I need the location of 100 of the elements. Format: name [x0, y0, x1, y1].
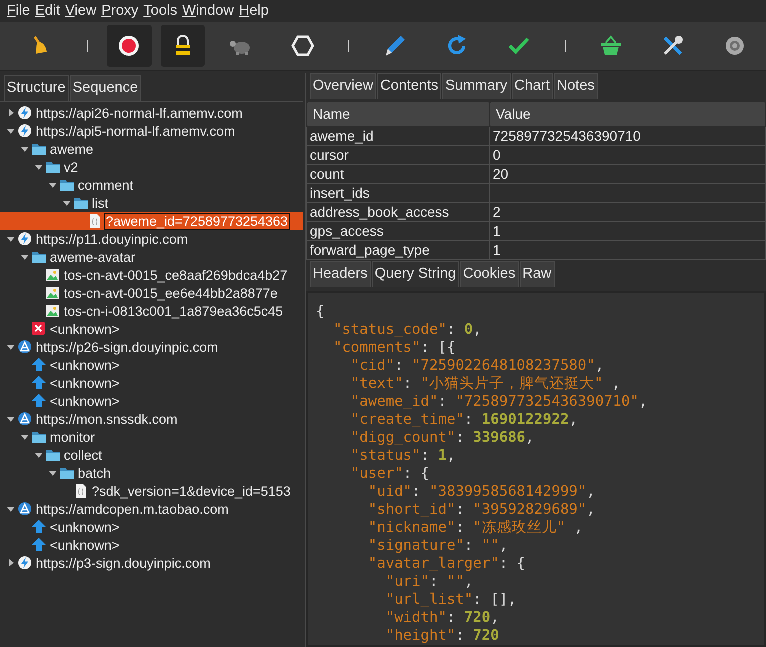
- tree-item-label: https://mon.snssdk.com: [35, 410, 179, 428]
- disclosure-arrow-icon[interactable]: [35, 163, 43, 171]
- tree-item-label: aweme: [49, 140, 95, 158]
- tab[interactable]: Cookies: [460, 261, 519, 287]
- table-cell: 7258977325436390710: [493, 128, 641, 144]
- tree-row[interactable]: <unknown>: [0, 374, 303, 392]
- network-icon: [18, 340, 32, 354]
- tab[interactable]: Notes: [554, 73, 598, 99]
- tree-row[interactable]: list: [0, 194, 303, 212]
- code-line: "user": {: [350, 465, 430, 483]
- tree-row[interactable]: aweme: [0, 140, 303, 158]
- tab[interactable]: Headers: [310, 261, 371, 287]
- basket-icon: [599, 34, 624, 58]
- column-header[interactable]: Name: [306, 102, 490, 126]
- tree-row[interactable]: batch: [0, 464, 303, 482]
- menu-item[interactable]: Help: [237, 3, 271, 19]
- tree-row[interactable]: aweme-avatar: [0, 248, 303, 266]
- record-button[interactable]: [107, 25, 152, 67]
- image-icon: [46, 286, 60, 300]
- tree-row[interactable]: tos-cn-i-0813c001_1a879ea36c5c45: [0, 302, 303, 320]
- tab[interactable]: Contents: [377, 73, 442, 99]
- code-line: "create_time": 1690122922,: [350, 411, 578, 429]
- tab[interactable]: Query String: [372, 261, 460, 287]
- tree-row[interactable]: https://p26-sign.douyinpic.com: [0, 338, 303, 356]
- tree-item-label: ?aweme_id=72589773254363: [104, 212, 290, 230]
- tab[interactable]: Summary: [442, 73, 511, 99]
- disclosure-arrow-icon[interactable]: [21, 145, 29, 153]
- tree-item-label: https://p26-sign.douyinpic.com: [35, 338, 220, 356]
- table-cell: address_book_access: [310, 204, 450, 220]
- upload-icon: [32, 538, 46, 552]
- tree-row[interactable]: https://amdcopen.m.taobao.com: [0, 500, 303, 518]
- disclosure-arrow-icon[interactable]: [7, 343, 15, 351]
- tree-row[interactable]: comment: [0, 176, 303, 194]
- menu-item[interactable]: Proxy: [100, 3, 141, 19]
- tree-row[interactable]: tos-cn-avt-0015_ee6e44bb2a8877e: [0, 284, 303, 302]
- code-line: "signature": "",: [367, 537, 508, 555]
- code-line: "status_code": 0,: [332, 321, 482, 339]
- tree-row[interactable]: https://p11.douyinpic.com: [0, 230, 303, 248]
- tree-item-label: <unknown>: [49, 518, 121, 536]
- upload-icon: [32, 376, 46, 390]
- tab[interactable]: Structure: [4, 75, 69, 101]
- tree-row[interactable]: ?sdk_version=1&device_id=5153: [0, 482, 303, 500]
- disclosure-arrow-icon[interactable]: [35, 451, 43, 459]
- tree-item-label: v2: [63, 158, 80, 176]
- tree-row[interactable]: collect: [0, 446, 303, 464]
- tree-row[interactable]: https://api26-normal-lf.amemv.com: [0, 104, 303, 122]
- image-icon: [46, 268, 60, 282]
- disclosure-arrow-icon[interactable]: [7, 127, 15, 135]
- lock-button[interactable]: [160, 25, 205, 67]
- tab[interactable]: Raw: [520, 261, 555, 287]
- tree-row[interactable]: https://api5-normal-lf.amemv.com: [0, 122, 303, 140]
- tab[interactable]: Sequence: [70, 75, 142, 101]
- menu-item[interactable]: File: [5, 3, 32, 19]
- tree-item-label: <unknown>: [49, 320, 121, 338]
- disclosure-arrow-icon[interactable]: [7, 235, 15, 243]
- disclosure-arrow-icon[interactable]: [49, 181, 57, 189]
- code-line: "url_list": [],: [384, 591, 517, 609]
- code-line: "height": 720: [384, 627, 500, 645]
- tree-row[interactable]: https://mon.snssdk.com: [0, 410, 303, 428]
- tab[interactable]: Chart: [512, 73, 553, 99]
- code-line: "status": 1,: [350, 447, 456, 465]
- tree-row[interactable]: <unknown>: [0, 320, 303, 338]
- disclosure-arrow-icon[interactable]: [7, 415, 15, 423]
- tree-row[interactable]: https://p3-sign.douyinpic.com: [0, 554, 303, 572]
- tree-row[interactable]: <unknown>: [0, 392, 303, 410]
- tree-item-label: ?sdk_version=1&device_id=5153: [91, 482, 292, 500]
- menu-item[interactable]: View: [63, 3, 99, 19]
- tree-item-label: https://p11.douyinpic.com: [35, 230, 190, 248]
- folder-icon: [32, 142, 46, 156]
- tree-row[interactable]: <unknown>: [0, 518, 303, 536]
- tree-row[interactable]: v2: [0, 158, 303, 176]
- disclosure-arrow-icon[interactable]: [7, 559, 15, 567]
- tree-row[interactable]: <unknown>: [0, 536, 303, 554]
- table-cell: 1: [493, 242, 501, 258]
- network-icon: [18, 502, 32, 516]
- folder-icon: [60, 178, 74, 192]
- table-cell: aweme_id: [310, 128, 374, 144]
- tree-row[interactable]: monitor: [0, 428, 303, 446]
- tree-item-label: https://p3-sign.douyinpic.com: [35, 554, 212, 572]
- menu-item[interactable]: Edit: [33, 3, 62, 19]
- tree-row[interactable]: tos-cn-avt-0015_ce8aaf269bdca4b27: [0, 266, 303, 284]
- selected-tree-row[interactable]: ?aweme_id=72589773254363: [0, 212, 303, 230]
- code-line: {: [316, 303, 325, 321]
- disclosure-arrow-icon[interactable]: [7, 109, 15, 117]
- column-header[interactable]: Value: [490, 102, 766, 126]
- code-line: "uid": "3839958568142999",: [367, 483, 596, 501]
- table-cell: forward_page_type: [310, 242, 430, 258]
- upload-icon: [32, 520, 46, 534]
- tree-row[interactable]: <unknown>: [0, 356, 303, 374]
- disclosure-arrow-icon[interactable]: [63, 199, 71, 207]
- tree-item-label: https://api5-normal-lf.amemv.com: [35, 122, 236, 140]
- table-cell: count: [310, 166, 344, 182]
- tab[interactable]: Overview: [310, 73, 376, 99]
- disclosure-arrow-icon[interactable]: [21, 433, 29, 441]
- disclosure-arrow-icon[interactable]: [49, 469, 57, 477]
- menu-item[interactable]: Tools: [142, 3, 180, 19]
- disclosure-arrow-icon[interactable]: [21, 253, 29, 261]
- menu-item[interactable]: Window: [180, 3, 236, 19]
- code-line: "aweme_id": "7258977325436390710",: [350, 393, 648, 411]
- disclosure-arrow-icon[interactable]: [7, 505, 15, 513]
